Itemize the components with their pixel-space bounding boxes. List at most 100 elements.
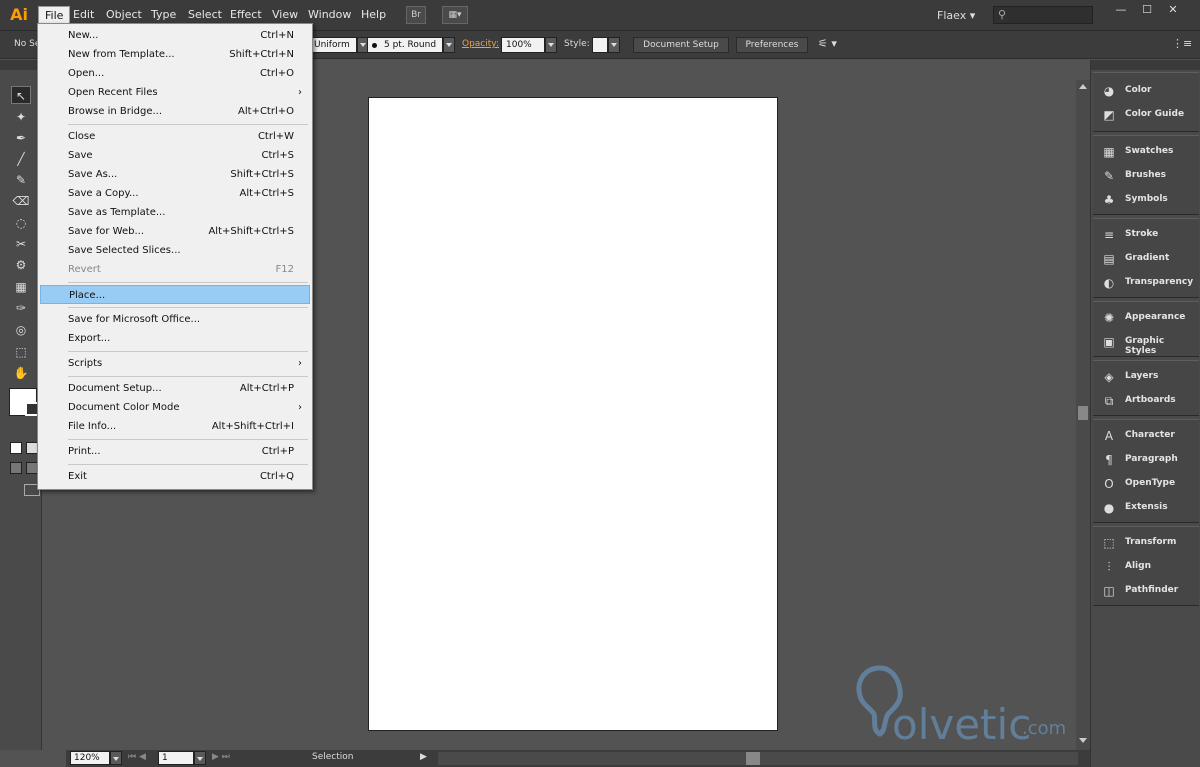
brush-definition-select[interactable]: 5 pt. Round: [367, 37, 443, 53]
menu-item-save-selected-slices[interactable]: Save Selected Slices...: [40, 241, 310, 260]
menu-item-save-as[interactable]: Save As... Shift+Ctrl+S: [40, 165, 310, 184]
close-button[interactable]: ✕: [1162, 3, 1184, 17]
menu-item-new[interactable]: New... Ctrl+N: [40, 26, 310, 45]
menu-item-browse-in-bridge[interactable]: Browse in Bridge... Alt+Ctrl+O: [40, 102, 310, 121]
panel-paragraph[interactable]: ¶ Paragraph: [1099, 450, 1197, 470]
status-menu-icon[interactable]: ▶: [420, 752, 427, 762]
menu-item-document-setup[interactable]: Document Setup... Alt+Ctrl+P: [40, 379, 310, 398]
menu-item-scripts[interactable]: Scripts ›: [40, 354, 310, 373]
menu-item-open[interactable]: Open... Ctrl+O: [40, 64, 310, 83]
vertical-scroll-thumb[interactable]: [1078, 406, 1088, 420]
menu-item-file-info[interactable]: File Info... Alt+Shift+Ctrl+I: [40, 417, 310, 436]
menu-select[interactable]: Select: [182, 6, 228, 24]
panel-opentype[interactable]: O OpenType: [1099, 474, 1197, 494]
artboard-dropdown[interactable]: [194, 751, 206, 765]
menu-item-exit[interactable]: Exit Ctrl+Q: [40, 467, 310, 486]
brush-dropdown[interactable]: [443, 37, 455, 53]
menu-view[interactable]: View: [266, 6, 304, 24]
bridge-icon[interactable]: Br: [406, 6, 426, 24]
style-dropdown[interactable]: [608, 37, 620, 53]
arrange-documents-icon[interactable]: ▦▾: [442, 6, 468, 24]
panel-transform[interactable]: ⬚ Transform: [1099, 533, 1197, 553]
panel-transparency[interactable]: ◐ Transparency: [1099, 273, 1197, 293]
shape-builder-tool-icon[interactable]: ⚙: [11, 256, 31, 274]
horizontal-scrollbar[interactable]: [438, 752, 1078, 765]
menu-help[interactable]: Help: [355, 6, 392, 24]
panel-brushes[interactable]: ✎ Brushes: [1099, 166, 1197, 186]
menu-item-place[interactable]: Place...: [40, 285, 310, 304]
eraser-tool-icon[interactable]: ⌫: [11, 192, 31, 210]
stroke-profile-select[interactable]: Uniform: [309, 37, 357, 53]
color-mode-icon[interactable]: [10, 442, 22, 454]
zoom-input[interactable]: 120%: [70, 751, 110, 765]
panel-menu-icon[interactable]: ⋮≡: [1172, 37, 1192, 50]
draw-normal-icon[interactable]: [10, 462, 22, 474]
dock-header[interactable]: [1091, 60, 1200, 70]
opacity-label[interactable]: Opacity:: [462, 39, 499, 49]
menu-item-document-color-mode[interactable]: Document Color Mode ›: [40, 398, 310, 417]
arrange-icon[interactable]: ⚟ ▾: [818, 37, 837, 50]
symbol-sprayer-tool-icon[interactable]: ◎: [11, 321, 31, 339]
horizontal-scroll-thumb[interactable]: [746, 752, 760, 765]
scroll-down-icon[interactable]: [1079, 738, 1087, 743]
rotate-tool-icon[interactable]: ◌: [11, 214, 31, 232]
panel-extensis[interactable]: ● Extensis: [1099, 498, 1197, 518]
minimize-button[interactable]: —: [1110, 3, 1132, 17]
scissors-tool-icon[interactable]: ✂: [11, 235, 31, 253]
menu-item-print[interactable]: Print... Ctrl+P: [40, 442, 310, 461]
panel-color[interactable]: ◕ Color: [1099, 81, 1197, 101]
panel-artboards[interactable]: ⧉ Artboards: [1099, 391, 1197, 411]
paintbrush-tool-icon[interactable]: ✎: [11, 171, 31, 189]
menu-item-save-a-copy[interactable]: Save a Copy... Alt+Ctrl+S: [40, 184, 310, 203]
panel-layers[interactable]: ◈ Layers: [1099, 367, 1197, 387]
eyedropper-tool-icon[interactable]: ✑: [11, 299, 31, 317]
menu-object[interactable]: Object: [100, 6, 148, 24]
panel-character[interactable]: A Character: [1099, 426, 1197, 446]
search-input[interactable]: ⚲: [993, 6, 1093, 24]
document-setup-button[interactable]: Document Setup: [633, 37, 729, 53]
menu-file[interactable]: File: [38, 6, 71, 24]
menu-effect[interactable]: Effect: [224, 6, 268, 24]
hand-tool-icon[interactable]: ✋: [11, 364, 31, 382]
panel-color-guide[interactable]: ◩ Color Guide: [1099, 105, 1197, 125]
first-artboard-icon[interactable]: ⏮ ◀: [128, 752, 146, 762]
zoom-dropdown[interactable]: [110, 751, 122, 765]
vertical-scrollbar[interactable]: [1076, 80, 1090, 750]
tools-panel-header[interactable]: [0, 60, 42, 70]
menu-item-new-from-template[interactable]: New from Template... Shift+Ctrl+N: [40, 45, 310, 64]
panel-gradient[interactable]: ▤ Gradient: [1099, 249, 1197, 269]
mesh-tool-icon[interactable]: ▦: [11, 278, 31, 296]
menu-type[interactable]: Type: [145, 6, 182, 24]
line-tool-icon[interactable]: ╱: [11, 150, 31, 168]
panel-pathfinder[interactable]: ◫ Pathfinder: [1099, 581, 1197, 601]
artboard[interactable]: [368, 97, 778, 731]
magic-wand-tool-icon[interactable]: ✦: [11, 108, 31, 126]
panel-symbols[interactable]: ♣ Symbols: [1099, 190, 1197, 210]
opacity-input[interactable]: 100%: [501, 37, 545, 53]
artboard-tool-icon[interactable]: ⬚: [11, 343, 31, 361]
panel-graphic-styles[interactable]: ▣ Graphic Styles: [1099, 332, 1197, 356]
scroll-up-icon[interactable]: [1079, 84, 1087, 89]
menu-item-revert[interactable]: Revert F12: [40, 260, 310, 279]
artboard-number-input[interactable]: 1: [158, 751, 194, 765]
menu-item-close[interactable]: Close Ctrl+W: [40, 127, 310, 146]
panel-appearance[interactable]: ✺ Appearance: [1099, 308, 1197, 328]
maximize-button[interactable]: ☐: [1136, 3, 1158, 17]
menu-item-export[interactable]: Export...: [40, 329, 310, 348]
menu-item-save[interactable]: Save Ctrl+S: [40, 146, 310, 165]
selection-tool-icon[interactable]: ↖: [11, 86, 31, 104]
preferences-button[interactable]: Preferences: [736, 37, 808, 53]
panel-swatches[interactable]: ▦ Swatches: [1099, 142, 1197, 162]
workspace-switcher[interactable]: Flaex ▾: [937, 9, 975, 22]
menu-item-open-recent-files[interactable]: Open Recent Files ›: [40, 83, 310, 102]
style-swatch[interactable]: [592, 37, 608, 53]
menu-edit[interactable]: Edit: [67, 6, 100, 24]
next-artboard-icon[interactable]: ▶ ⏭: [212, 752, 230, 762]
panel-align[interactable]: ⫶ Align: [1099, 557, 1197, 577]
panel-stroke[interactable]: ≡ Stroke: [1099, 225, 1197, 245]
menu-item-save-as-template[interactable]: Save as Template...: [40, 203, 310, 222]
opacity-dropdown[interactable]: [545, 37, 557, 53]
menu-window[interactable]: Window: [302, 6, 357, 24]
pen-tool-icon[interactable]: ✒: [11, 129, 31, 147]
menu-item-save-for-microsoft-office[interactable]: Save for Microsoft Office...: [40, 310, 310, 329]
